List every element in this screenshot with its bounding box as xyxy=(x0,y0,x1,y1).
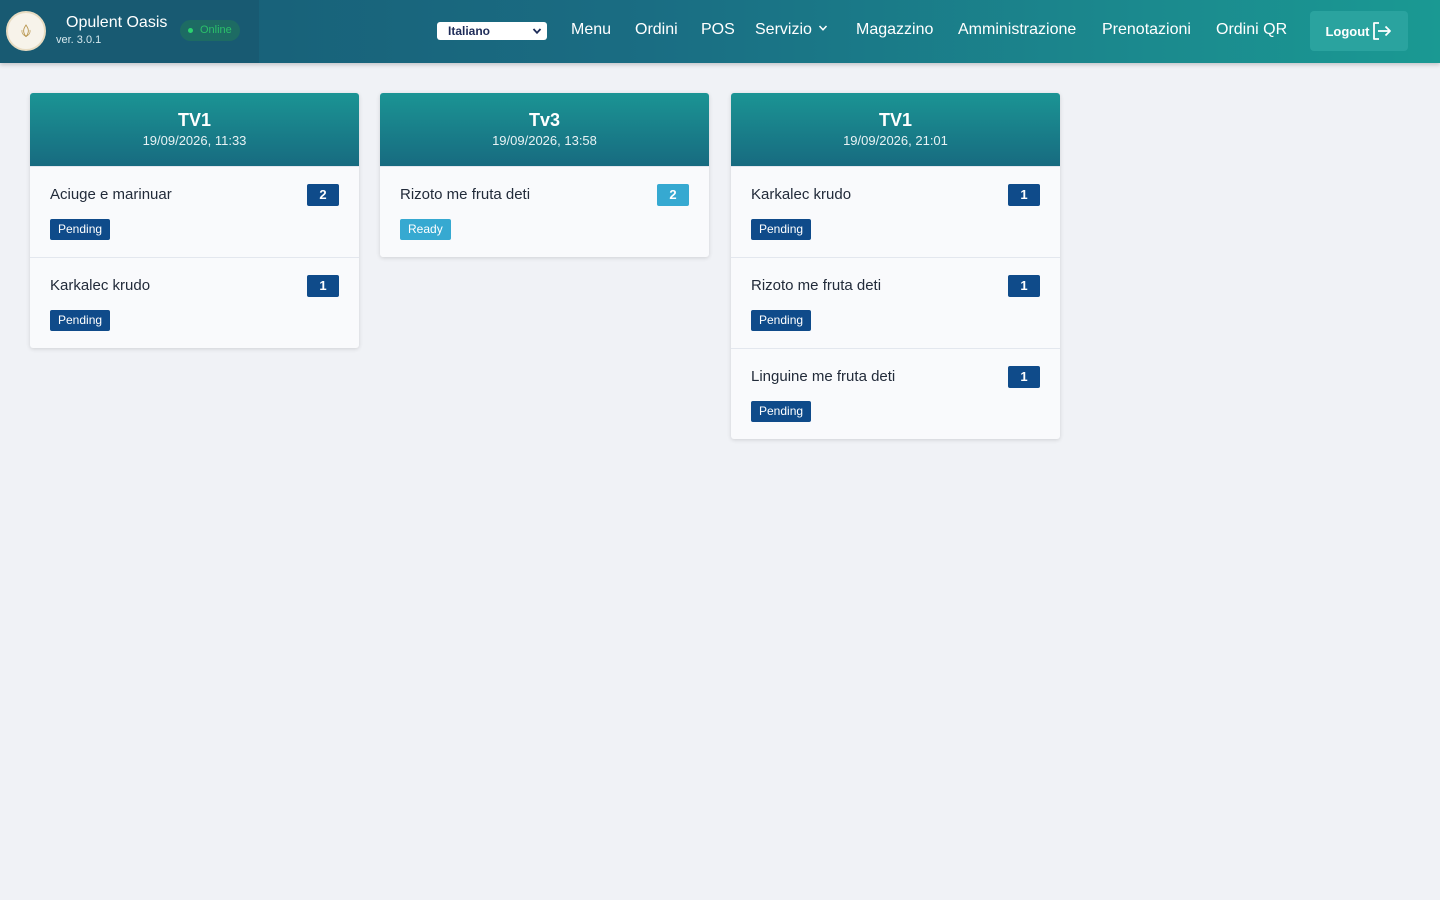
order-item-status-badge[interactable]: Ready xyxy=(400,219,451,240)
order-item-quantity: 1 xyxy=(1008,184,1040,206)
brand-name: Opulent Oasis xyxy=(66,14,168,31)
brand-logo[interactable] xyxy=(6,11,46,51)
order-item-quantity: 2 xyxy=(307,184,339,206)
order-item-name: Rizoto me fruta deti xyxy=(751,277,882,294)
nav-magazzino[interactable]: Magazzino xyxy=(856,21,933,39)
language-select[interactable]: Italiano xyxy=(437,22,547,40)
order-item-quantity: 1 xyxy=(307,275,339,297)
order-card: Tv3 19/09/2026, 13:58 Rizoto me fruta de… xyxy=(380,93,709,257)
nav-pos[interactable]: POS xyxy=(701,21,735,39)
nav-menu[interactable]: Menu xyxy=(571,21,611,39)
order-card-header: Tv3 19/09/2026, 13:58 xyxy=(380,93,709,166)
brand-block: Opulent Oasis ver. 3.0.1 Online xyxy=(0,0,259,63)
logo-emblem-icon xyxy=(21,24,31,38)
order-item[interactable]: Rizoto me fruta deti 2 Ready xyxy=(380,166,709,257)
order-card: TV1 19/09/2026, 21:01 Karkalec krudo 1 P… xyxy=(731,93,1060,439)
chevron-down-icon xyxy=(532,28,542,35)
order-item[interactable]: Rizoto me fruta deti 1 Pending xyxy=(731,257,1060,348)
logout-button[interactable]: Logout xyxy=(1310,11,1408,51)
order-item-name: Karkalec krudo xyxy=(751,186,852,203)
order-card-header: TV1 19/09/2026, 11:33 xyxy=(30,93,359,166)
online-status-label: Online xyxy=(200,24,232,36)
order-item[interactable]: Linguine me fruta deti 1 Pending xyxy=(731,348,1060,439)
order-datetime: 19/09/2026, 11:33 xyxy=(142,133,247,148)
nav-amministrazione[interactable]: Amministrazione xyxy=(958,21,1076,39)
online-status-badge: Online xyxy=(180,20,240,41)
top-navbar: Opulent Oasis ver. 3.0.1 Online Italiano… xyxy=(0,0,1440,63)
order-item-status-badge[interactable]: Pending xyxy=(751,219,812,240)
order-item[interactable]: Aciuge e marinuar 2 Pending xyxy=(30,166,359,257)
order-table-name: TV1 xyxy=(878,110,912,130)
order-item-status-badge[interactable]: Pending xyxy=(50,310,111,331)
nav-servizio-label: Servizio xyxy=(755,21,812,38)
order-card-header: TV1 19/09/2026, 21:01 xyxy=(731,93,1060,166)
nav-prenotazioni[interactable]: Prenotazioni xyxy=(1102,21,1191,39)
language-selected-value: Italiano xyxy=(448,24,491,38)
order-item-name: Linguine me fruta deti xyxy=(751,368,896,385)
chevron-down-icon xyxy=(818,25,827,31)
order-item-status-badge[interactable]: Pending xyxy=(751,401,812,422)
order-item-quantity: 1 xyxy=(1008,366,1040,388)
order-item-name: Rizoto me fruta deti xyxy=(400,186,531,203)
order-table-name: TV1 xyxy=(177,110,211,130)
order-item[interactable]: Karkalec krudo 1 Pending xyxy=(731,166,1060,257)
order-datetime: 19/09/2026, 21:01 xyxy=(843,133,948,148)
order-table-name: Tv3 xyxy=(528,110,561,130)
nav-servizio[interactable]: Servizio xyxy=(755,21,828,39)
nav-ordini-qr[interactable]: Ordini QR xyxy=(1216,21,1287,39)
order-item-status-badge[interactable]: Pending xyxy=(50,219,111,240)
order-item-name: Aciuge e marinuar xyxy=(50,186,172,203)
order-item[interactable]: Karkalec krudo 1 Pending xyxy=(30,257,359,348)
order-item-status-badge[interactable]: Pending xyxy=(751,310,812,331)
order-item-quantity: 1 xyxy=(1008,275,1040,297)
online-dot-icon xyxy=(188,28,193,33)
order-datetime: 19/09/2026, 13:58 xyxy=(492,133,597,148)
logout-label: Logout xyxy=(1325,23,1370,39)
order-item-name: Karkalec krudo xyxy=(50,277,151,294)
order-card: TV1 19/09/2026, 11:33 Aciuge e marinuar … xyxy=(30,93,359,348)
nav-ordini[interactable]: Ordini xyxy=(635,21,678,39)
app-version: ver. 3.0.1 xyxy=(56,34,102,46)
logout-icon xyxy=(1372,22,1391,40)
order-item-quantity: 2 xyxy=(657,184,689,206)
